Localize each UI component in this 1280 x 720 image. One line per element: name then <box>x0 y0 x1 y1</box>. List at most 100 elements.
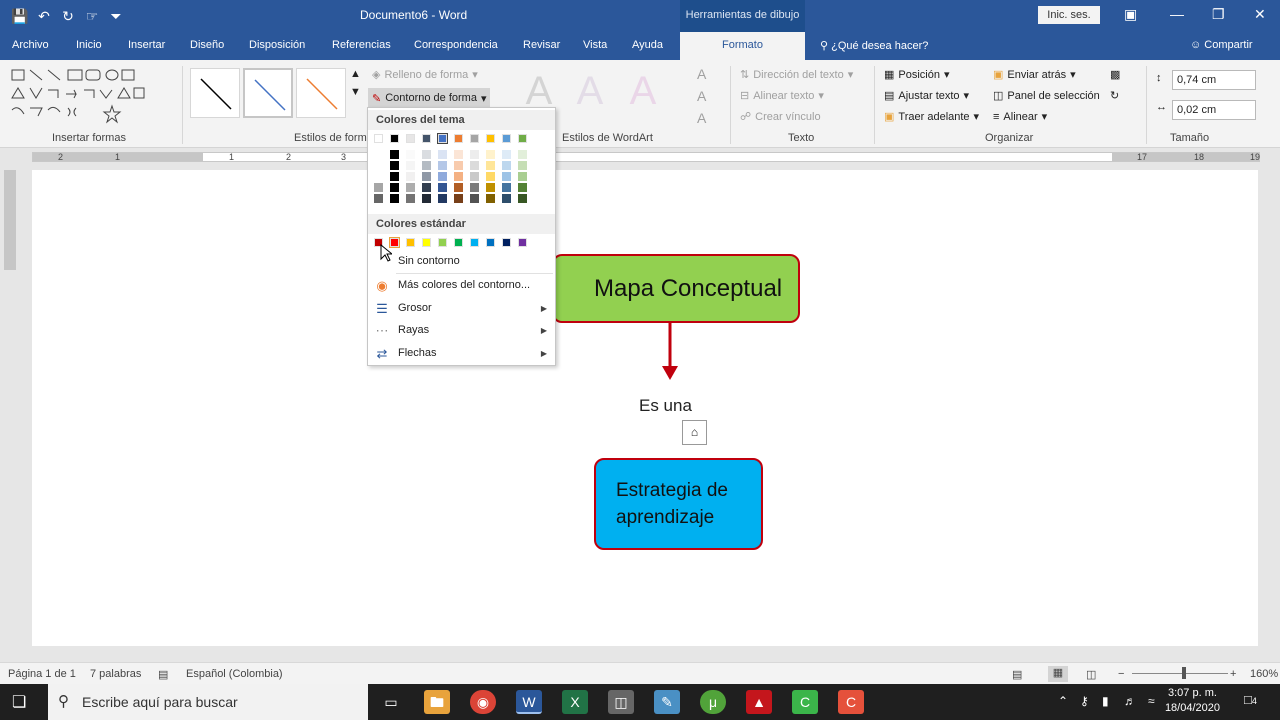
theme-color-shade[interactable] <box>486 150 495 159</box>
excel-app-icon[interactable]: X <box>562 690 588 714</box>
theme-color-swatch[interactable] <box>390 134 399 143</box>
save-icon[interactable]: 💾 <box>10 6 30 26</box>
notifications-icon[interactable]: □4 <box>1244 692 1257 707</box>
ribbon-display-icon[interactable]: ▣ <box>1124 6 1137 23</box>
style-scroll-down-icon[interactable]: ▼ <box>350 86 361 98</box>
volume-icon[interactable]: ♬ <box>1124 694 1136 708</box>
theme-color-shade[interactable] <box>518 161 527 170</box>
theme-color-shade[interactable] <box>518 172 527 181</box>
theme-color-shade[interactable] <box>406 161 415 170</box>
tab-vista[interactable]: Vista <box>583 39 607 51</box>
theme-color-shade[interactable] <box>438 161 447 170</box>
theme-color-shade[interactable] <box>374 183 383 192</box>
theme-color-shade[interactable] <box>454 194 463 203</box>
selection-pane-button[interactable]: ◫ Panel de selección <box>993 89 1100 103</box>
touch-mode-icon[interactable]: ☞ <box>82 6 102 26</box>
theme-color-shade[interactable] <box>406 172 415 181</box>
standard-color-swatch[interactable] <box>438 238 447 247</box>
strategy-shape[interactable]: Estrategia de aprendizaje <box>594 458 763 550</box>
shape-outline-button[interactable]: ✎ Contorno de forma ▾ <box>368 88 491 108</box>
theme-color-shade[interactable] <box>422 150 431 159</box>
theme-color-shade[interactable] <box>470 150 479 159</box>
tray-chevron-icon[interactable]: ⌃ <box>1058 694 1068 708</box>
theme-color-shade[interactable] <box>422 194 431 203</box>
standard-color-swatch[interactable] <box>406 238 415 247</box>
theme-color-swatch[interactable] <box>374 134 383 143</box>
battery-icon[interactable]: ▮ <box>1102 694 1109 708</box>
theme-color-shade[interactable] <box>438 194 447 203</box>
title-shape[interactable]: Mapa Conceptual <box>552 254 800 323</box>
theme-color-shade[interactable] <box>518 150 527 159</box>
theme-color-shade[interactable] <box>422 172 431 181</box>
web-layout-icon[interactable]: ◫ <box>1086 668 1096 681</box>
shape-style-1[interactable] <box>190 68 240 118</box>
theme-color-shade[interactable] <box>454 172 463 181</box>
theme-color-swatch[interactable] <box>406 134 415 143</box>
zoom-slider-thumb[interactable] <box>1182 667 1186 679</box>
wrap-text-button[interactable]: ▤ Ajustar texto ▾ <box>884 89 969 103</box>
wordart-style-2[interactable]: A <box>567 68 613 114</box>
standard-color-swatch[interactable] <box>486 238 495 247</box>
tab-insertar[interactable]: Insertar <box>128 39 165 51</box>
language-status[interactable]: Español (Colombia) <box>186 668 283 680</box>
tab-ayuda[interactable]: Ayuda <box>632 39 663 51</box>
notes-app-icon[interactable]: ✎ <box>654 690 680 714</box>
theme-color-shade[interactable] <box>502 194 511 203</box>
tab-formato[interactable]: Formato <box>680 32 805 60</box>
theme-color-shade[interactable] <box>390 161 399 170</box>
close-icon[interactable]: ✕ <box>1254 6 1266 23</box>
text-fill-icon[interactable]: A <box>697 66 706 82</box>
text-direction-button[interactable]: ⇅ Dirección del texto ▾ <box>740 68 853 82</box>
more-colors-item[interactable]: ◉ Más colores del contorno... <box>368 274 555 296</box>
zoom-level[interactable]: 160% <box>1250 668 1278 680</box>
theme-color-shade[interactable] <box>470 194 479 203</box>
theme-color-swatch[interactable] <box>422 134 431 143</box>
theme-color-shade[interactable] <box>486 172 495 181</box>
standard-color-swatch[interactable] <box>422 238 431 247</box>
theme-color-shade[interactable] <box>438 172 447 181</box>
vertical-ruler[interactable] <box>4 170 16 270</box>
text-outline-icon[interactable]: A <box>697 88 706 104</box>
standard-color-swatch[interactable] <box>518 238 527 247</box>
theme-color-shade[interactable] <box>502 172 511 181</box>
tell-me-search[interactable]: ⚲ ¿Qué desea hacer? <box>820 39 928 52</box>
proofing-icon[interactable]: ▤ <box>158 668 168 681</box>
align-text-button[interactable]: ⊟ Alinear texto ▾ <box>740 89 824 103</box>
theme-color-shade[interactable] <box>406 183 415 192</box>
theme-color-shade[interactable] <box>438 183 447 192</box>
utorrent-icon[interactable]: μ <box>700 690 726 714</box>
wordart-style-3[interactable]: A <box>620 68 666 114</box>
file-explorer-icon[interactable]: 🖿 <box>424 690 450 714</box>
theme-color-shade[interactable] <box>374 161 383 170</box>
shape-style-3[interactable] <box>296 68 346 118</box>
theme-color-shade[interactable] <box>390 150 399 159</box>
connector-label[interactable]: Es una <box>639 396 692 416</box>
scanner-app-icon[interactable]: ◫ <box>608 690 634 714</box>
theme-color-shade[interactable] <box>406 150 415 159</box>
dashes-item[interactable]: ⋯ Rayas ▶ <box>368 319 555 341</box>
wifi-icon[interactable]: ≈ <box>1148 694 1155 708</box>
theme-color-swatch[interactable] <box>502 134 511 143</box>
theme-color-shade[interactable] <box>390 194 399 203</box>
tab-diseno[interactable]: Diseño <box>190 39 224 51</box>
restore-icon[interactable]: ❐ <box>1212 6 1225 23</box>
position-button[interactable]: ▦ Posición ▾ <box>884 68 950 82</box>
task-view-icon[interactable]: ▭ <box>378 690 404 714</box>
theme-color-shade[interactable] <box>390 183 399 192</box>
tab-referencias[interactable]: Referencias <box>332 39 391 51</box>
print-layout-icon[interactable]: ▦ <box>1048 666 1068 682</box>
theme-color-swatch[interactable] <box>518 134 527 143</box>
theme-color-shade[interactable] <box>374 150 383 159</box>
camtasia-icon[interactable]: C <box>792 690 818 714</box>
theme-color-swatch[interactable] <box>470 134 479 143</box>
undo-icon[interactable]: ↶ <box>34 6 54 26</box>
style-scroll-up-icon[interactable]: ▲ <box>350 68 361 80</box>
word-count[interactable]: 7 palabras <box>90 668 141 680</box>
theme-color-shade[interactable] <box>470 161 479 170</box>
theme-color-shade[interactable] <box>374 194 383 203</box>
shape-fill-button[interactable]: ◈ Relleno de forma ▾ <box>372 68 478 82</box>
theme-color-shade[interactable] <box>406 194 415 203</box>
tab-disposicion[interactable]: Disposición <box>249 39 305 51</box>
theme-color-shade[interactable] <box>422 183 431 192</box>
create-link-button[interactable]: ☍ Crear vínculo <box>740 110 821 124</box>
